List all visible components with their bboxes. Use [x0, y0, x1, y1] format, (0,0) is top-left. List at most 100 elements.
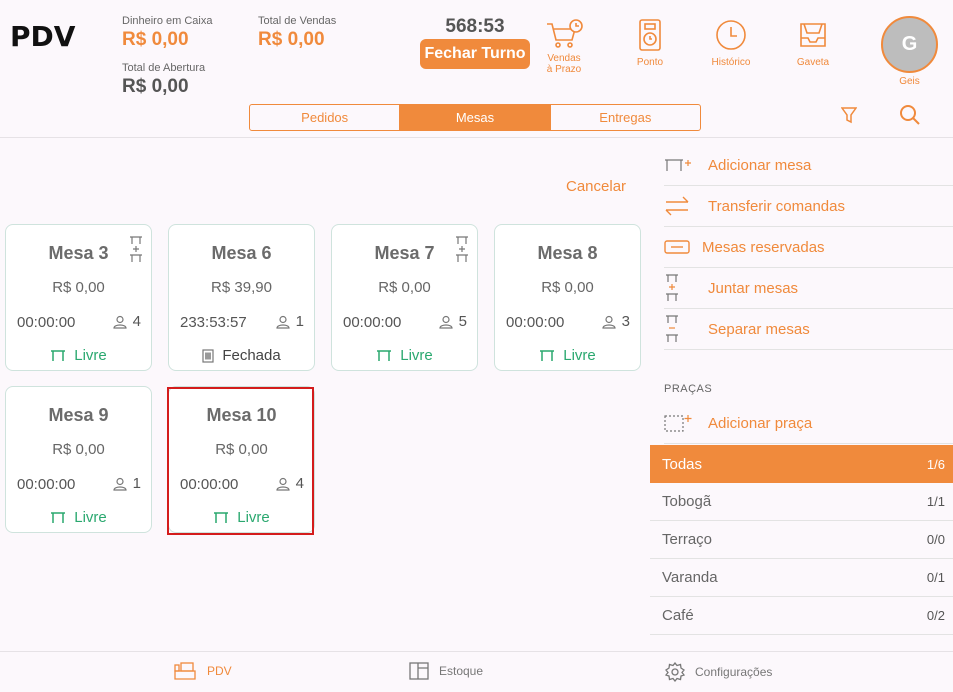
- table-time: 00:00:00: [17, 476, 76, 493]
- tab-mesas[interactable]: Mesas: [399, 105, 550, 130]
- vendas-prazo-button[interactable]: Vendas à Prazo: [532, 18, 596, 75]
- praca-item-cafe[interactable]: Café 0/2: [650, 597, 953, 635]
- vendas-label-1: Vendas: [547, 53, 581, 64]
- praca-item-terraco[interactable]: Terraço 0/0: [650, 521, 953, 559]
- pdv-icon: [174, 662, 196, 680]
- action-label: Mesas reservadas: [702, 238, 825, 256]
- app-title: PDV: [10, 20, 76, 53]
- table-free-icon: [377, 349, 392, 361]
- dinheiro-caixa: Dinheiro em Caixa R$ 0,00: [122, 15, 212, 51]
- table-status: Livre: [332, 347, 477, 364]
- praca-name: Todas: [662, 455, 703, 473]
- action-label: Separar mesas: [708, 320, 810, 338]
- cancel-button[interactable]: Cancelar: [566, 178, 626, 195]
- table-value: R$ 0,00: [52, 279, 105, 296]
- pracas-header: PRAÇAS: [664, 383, 713, 395]
- nav-label: PDV: [207, 664, 232, 678]
- praca-item-varanda[interactable]: Varanda 0/1: [650, 559, 953, 597]
- person-icon: [113, 315, 127, 329]
- abertura-label: Total de Abertura: [122, 62, 206, 74]
- table-name: Mesa 6: [211, 243, 272, 263]
- selection-highlight: [167, 387, 314, 535]
- historico-button[interactable]: Histórico: [699, 18, 763, 69]
- status-label: Livre: [563, 347, 596, 364]
- table-value: R$ 0,00: [378, 279, 431, 296]
- nav-pdv[interactable]: PDV: [173, 662, 232, 680]
- dinheiro-value: R$ 0,00: [122, 29, 189, 50]
- nav-configuracoes[interactable]: Configurações: [665, 662, 772, 682]
- add-area-icon: [664, 415, 692, 432]
- status-label: Livre: [400, 347, 433, 364]
- app-root: PDV Dinheiro em Caixa R$ 0,00 Total de V…: [0, 0, 953, 692]
- receipt-icon: [202, 348, 214, 363]
- praca-count: 1/1: [926, 494, 945, 509]
- nav-estoque[interactable]: Estoque: [409, 662, 483, 680]
- table-card-mesa-3[interactable]: Mesa 3 R$ 0,00 00:00:00 4 Livre: [5, 224, 152, 371]
- tab-entregas[interactable]: Entregas: [549, 105, 700, 130]
- table-card-mesa-8[interactable]: Mesa 8 R$ 0,00 00:00:00 3 Livre: [494, 224, 641, 371]
- action-label: Adicionar praça: [708, 414, 813, 432]
- table-value: R$ 0,00: [52, 441, 105, 458]
- gaveta-label: Gaveta: [796, 57, 830, 68]
- ponto-button[interactable]: Ponto: [618, 18, 682, 69]
- person-icon: [113, 477, 127, 491]
- total-vendas-label: Total de Vendas: [258, 15, 337, 27]
- history-clock-icon: [716, 20, 746, 50]
- table-free-icon: [51, 511, 66, 523]
- add-table-action[interactable]: Adicionar mesa: [664, 145, 953, 186]
- header: PDV Dinheiro em Caixa R$ 0,00 Total de V…: [0, 0, 953, 138]
- total-vendas: Total de Vendas R$ 0,00: [258, 15, 336, 51]
- person-icon: [602, 315, 616, 329]
- view-tabs: Pedidos Mesas Entregas: [249, 104, 701, 131]
- total-abertura: Total de Abertura R$ 0,00: [122, 62, 205, 98]
- status-label: Fechada: [222, 347, 281, 364]
- praca-item-toboga[interactable]: Tobogã 1/1: [650, 483, 953, 521]
- action-label: Adicionar mesa: [708, 156, 812, 174]
- add-praca-action[interactable]: Adicionar praça: [664, 403, 953, 444]
- ponto-label: Ponto: [636, 57, 664, 68]
- praca-count: 0/0: [926, 532, 945, 547]
- table-time: 00:00:00: [343, 314, 402, 331]
- filter-icon[interactable]: [841, 106, 857, 124]
- total-vendas-value: R$ 0,00: [258, 29, 325, 50]
- abertura-value: R$ 0,00: [122, 76, 189, 97]
- action-label: Juntar mesas: [708, 279, 799, 297]
- praca-count: 0/2: [926, 608, 945, 623]
- praca-count: 0/1: [926, 570, 945, 585]
- right-panel: Adicionar mesa Transferir comandas Mesas…: [650, 145, 953, 650]
- search-icon[interactable]: [899, 104, 921, 126]
- transfer-action[interactable]: Transferir comandas: [664, 186, 953, 227]
- table-name: Mesa 9: [48, 405, 109, 425]
- table-status: Livre: [495, 347, 640, 364]
- table-value: R$ 0,00: [541, 279, 594, 296]
- guest-count: 1: [132, 475, 141, 492]
- status-label: Livre: [74, 509, 107, 526]
- table-card-mesa-9[interactable]: Mesa 9 R$ 0,00 00:00:00 1 Livre: [5, 386, 152, 533]
- user-avatar[interactable]: G: [881, 16, 938, 73]
- transfer-icon: [665, 196, 689, 216]
- time-clock-icon: [639, 19, 661, 51]
- reserved-action[interactable]: Mesas reservadas: [664, 227, 953, 268]
- table-card-mesa-6[interactable]: Mesa 6 R$ 39,90 233:53:57 1 Fechada: [168, 224, 315, 371]
- fechar-turno-button[interactable]: Fechar Turno: [420, 39, 530, 69]
- tab-pedidos[interactable]: Pedidos: [250, 105, 399, 130]
- praca-name: Tobogã: [662, 493, 712, 510]
- table-name: Mesa 8: [537, 243, 598, 263]
- table-time: 233:53:57: [180, 314, 247, 331]
- guest-count: 5: [458, 313, 467, 330]
- praca-item-todas[interactable]: Todas 1/6: [650, 445, 953, 483]
- split-tables-action[interactable]: Separar mesas: [664, 309, 953, 350]
- gaveta-button[interactable]: Gaveta: [781, 18, 845, 69]
- join-tables-action[interactable]: Juntar mesas: [664, 268, 953, 309]
- settings-icon: [665, 662, 685, 682]
- status-label: Livre: [74, 347, 107, 364]
- bottom-nav: PDV Estoque Configurações: [0, 651, 953, 692]
- person-icon: [276, 315, 290, 329]
- table-card-mesa-7[interactable]: Mesa 7 R$ 0,00 00:00:00 5 Livre: [331, 224, 478, 371]
- join-tables-icon: [666, 274, 678, 301]
- praca-name: Varanda: [662, 569, 718, 586]
- cart-clock-icon: [547, 19, 583, 48]
- table-guests: 1: [276, 313, 304, 330]
- table-status: Livre: [6, 347, 151, 364]
- vendas-label-2: à Prazo: [546, 63, 582, 75]
